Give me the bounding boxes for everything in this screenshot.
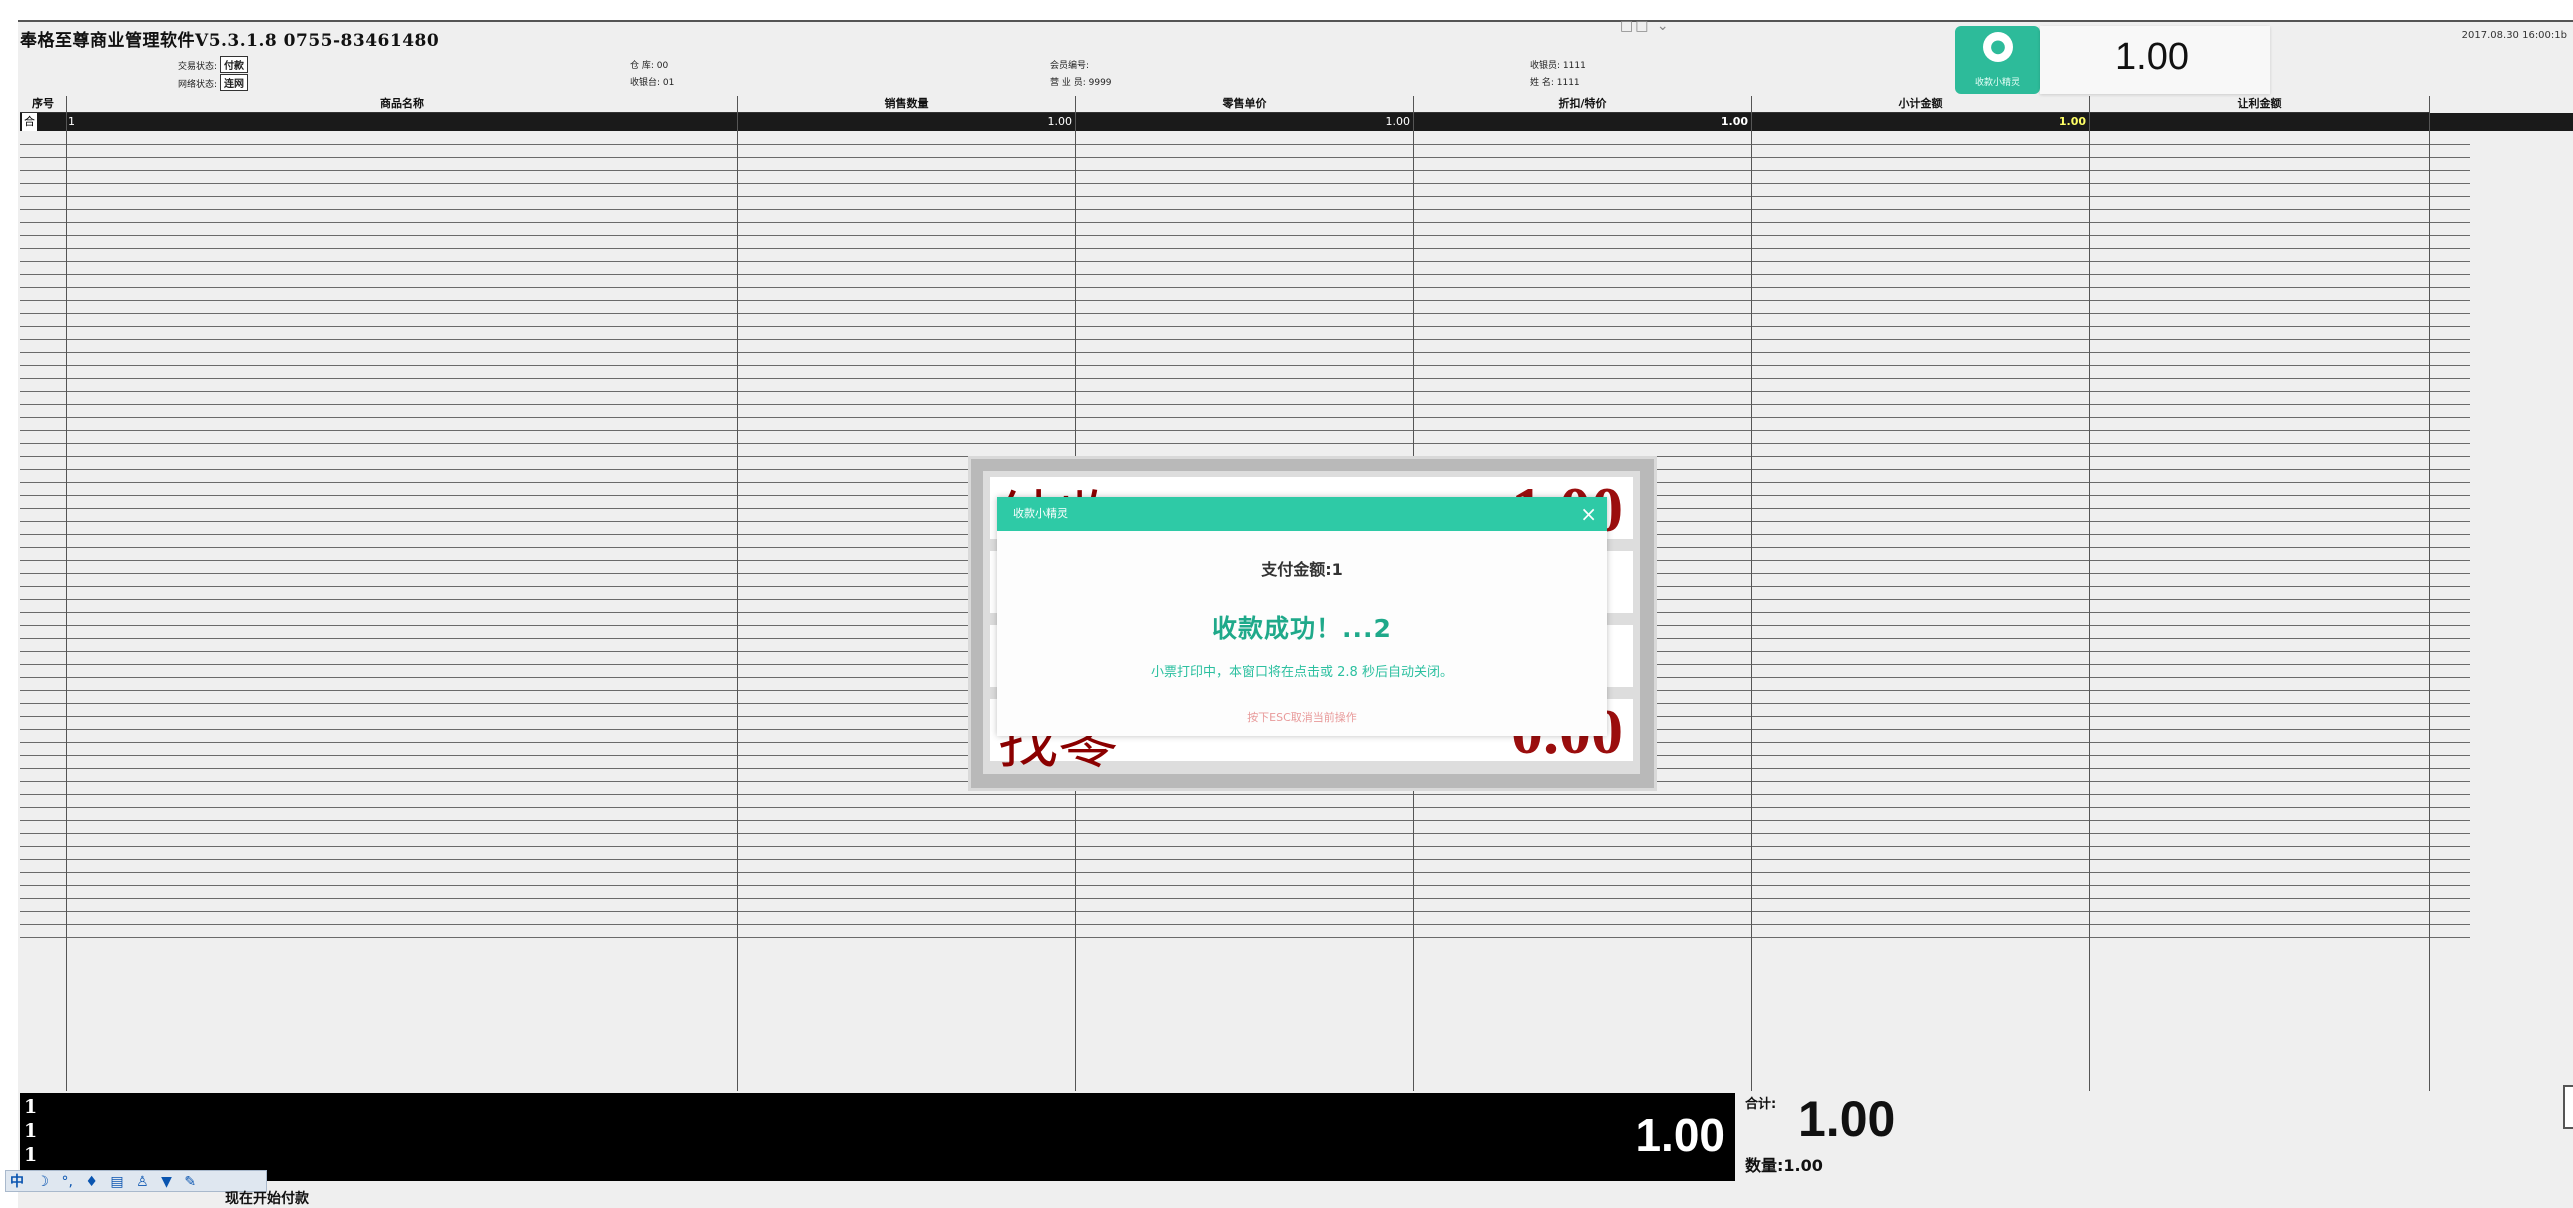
cashier-helper-button[interactable]: ● 收款小精灵 — [1955, 26, 2040, 94]
col-header-index: 序号 — [20, 96, 66, 113]
col-header-discount: 折扣/特价 — [1414, 96, 1751, 113]
bottom-line: 1 — [24, 1120, 38, 1142]
col-header-qty: 销售数量 — [738, 96, 1075, 113]
side-tab[interactable] — [2563, 1085, 2573, 1129]
success-message: 收款成功！...2 — [1212, 614, 1392, 643]
quantity-label: 数量: — [1745, 1156, 1784, 1175]
col-header-subtotal: 小计金额 — [1752, 96, 2089, 113]
member-no: 会员编号: — [1050, 61, 1090, 71]
bottom-display: 1 1 1 1.00 — [20, 1093, 1735, 1181]
shirt-icon[interactable]: ▼ — [161, 1174, 172, 1190]
row-price: 1.00 — [1385, 115, 1411, 128]
cashier-helper-icon: ● — [1983, 32, 2013, 62]
col-header-product: 商品名称 — [67, 96, 737, 113]
bottom-line: 1 — [24, 1096, 38, 1118]
row-index: 1 — [68, 115, 75, 128]
total-label: 合计: — [1745, 1097, 1777, 1112]
trade-status-label: 交易状态: — [178, 62, 218, 72]
payment-success-dialog: 收款小精灵 × 支付金额:1 收款成功！...2 小票打印中，本窗口将在点击或 … — [997, 497, 1607, 736]
col-divider — [1751, 96, 1752, 1091]
ime-mode[interactable]: 中 — [10, 1171, 24, 1191]
table-row[interactable]: 合 1 1.00 1.00 1.00 1.00 — [20, 113, 2573, 131]
pay-amount: 支付金额:1 — [1261, 560, 1343, 579]
warehouse: 仓 库: 00 — [630, 61, 669, 71]
trade-status: 交易状态: 付款 — [178, 56, 249, 73]
cashier-name: 姓 名: 1111 — [1530, 78, 1580, 88]
row-discount-price: 1.00 — [1720, 115, 1748, 128]
wrench-icon[interactable]: ✎ — [184, 1174, 196, 1190]
amount-popup: 1.00 — [2040, 26, 2270, 94]
status-message: 现在开始付款 — [225, 1191, 309, 1207]
moon-icon[interactable]: ☽ — [36, 1174, 49, 1190]
bottom-lines: 1 1 1 — [24, 1095, 37, 1167]
amount-popup-value: 1.00 — [2115, 36, 2189, 78]
bottom-amount: 1.00 — [1635, 1109, 1725, 1161]
col-divider — [737, 96, 738, 1091]
cashier: 收银员: 1111 — [1530, 61, 1586, 71]
auto-close-message: 小票打印中，本窗口将在点击或 2.8 秒后自动关闭。 — [1151, 665, 1453, 680]
cashier-helper-label: 收款小精灵 — [1974, 78, 2020, 88]
col-header-price: 零售单价 — [1076, 96, 1413, 113]
punct-icon[interactable]: °, — [61, 1174, 72, 1190]
row-subtotal: 1.00 — [2058, 115, 2086, 128]
close-icon[interactable]: × — [1580, 497, 1597, 531]
salesperson: 营 业 员: 9999 — [1050, 78, 1112, 88]
col-divider — [66, 96, 67, 1091]
dialog-header: 收款小精灵 × — [997, 497, 1607, 531]
esc-hint: 按下ESC取消当前操作 — [1247, 711, 1357, 724]
bottom-line: 1 — [24, 1144, 38, 1166]
user-icon[interactable]: ♙ — [136, 1174, 149, 1190]
network-status-label: 网络状态: — [178, 80, 218, 90]
col-divider — [2429, 96, 2430, 1091]
row-qty: 1.00 — [1047, 115, 1073, 128]
trade-status-value: 付款 — [220, 56, 249, 73]
col-divider — [2089, 96, 2090, 1091]
network-status: 网络状态: 连网 — [178, 74, 249, 91]
datetime: 2017.08.30 16:00:1b — [2461, 30, 2567, 41]
row-marker: 合 — [22, 113, 37, 131]
register: 收银台: 01 — [630, 78, 675, 88]
mic-icon[interactable]: ♦ — [85, 1174, 98, 1190]
network-status-value: 连网 — [220, 74, 249, 91]
quantity-value: 1.00 — [1783, 1156, 1823, 1175]
keyboard-icon[interactable]: ▤ — [110, 1174, 123, 1190]
dialog-title: 收款小精灵 — [1013, 507, 1068, 520]
window-handle[interactable]: □□ ⌄ — [1620, 18, 1671, 34]
col-header-rebate: 让利金额 — [2090, 96, 2429, 113]
total-value: 1.00 — [1798, 1091, 1896, 1147]
quantity: 数量:1.00 — [1745, 1152, 1823, 1176]
app-title: 奉格至尊商业管理软件V5.3.1.8 0755-83461480 — [20, 31, 440, 51]
